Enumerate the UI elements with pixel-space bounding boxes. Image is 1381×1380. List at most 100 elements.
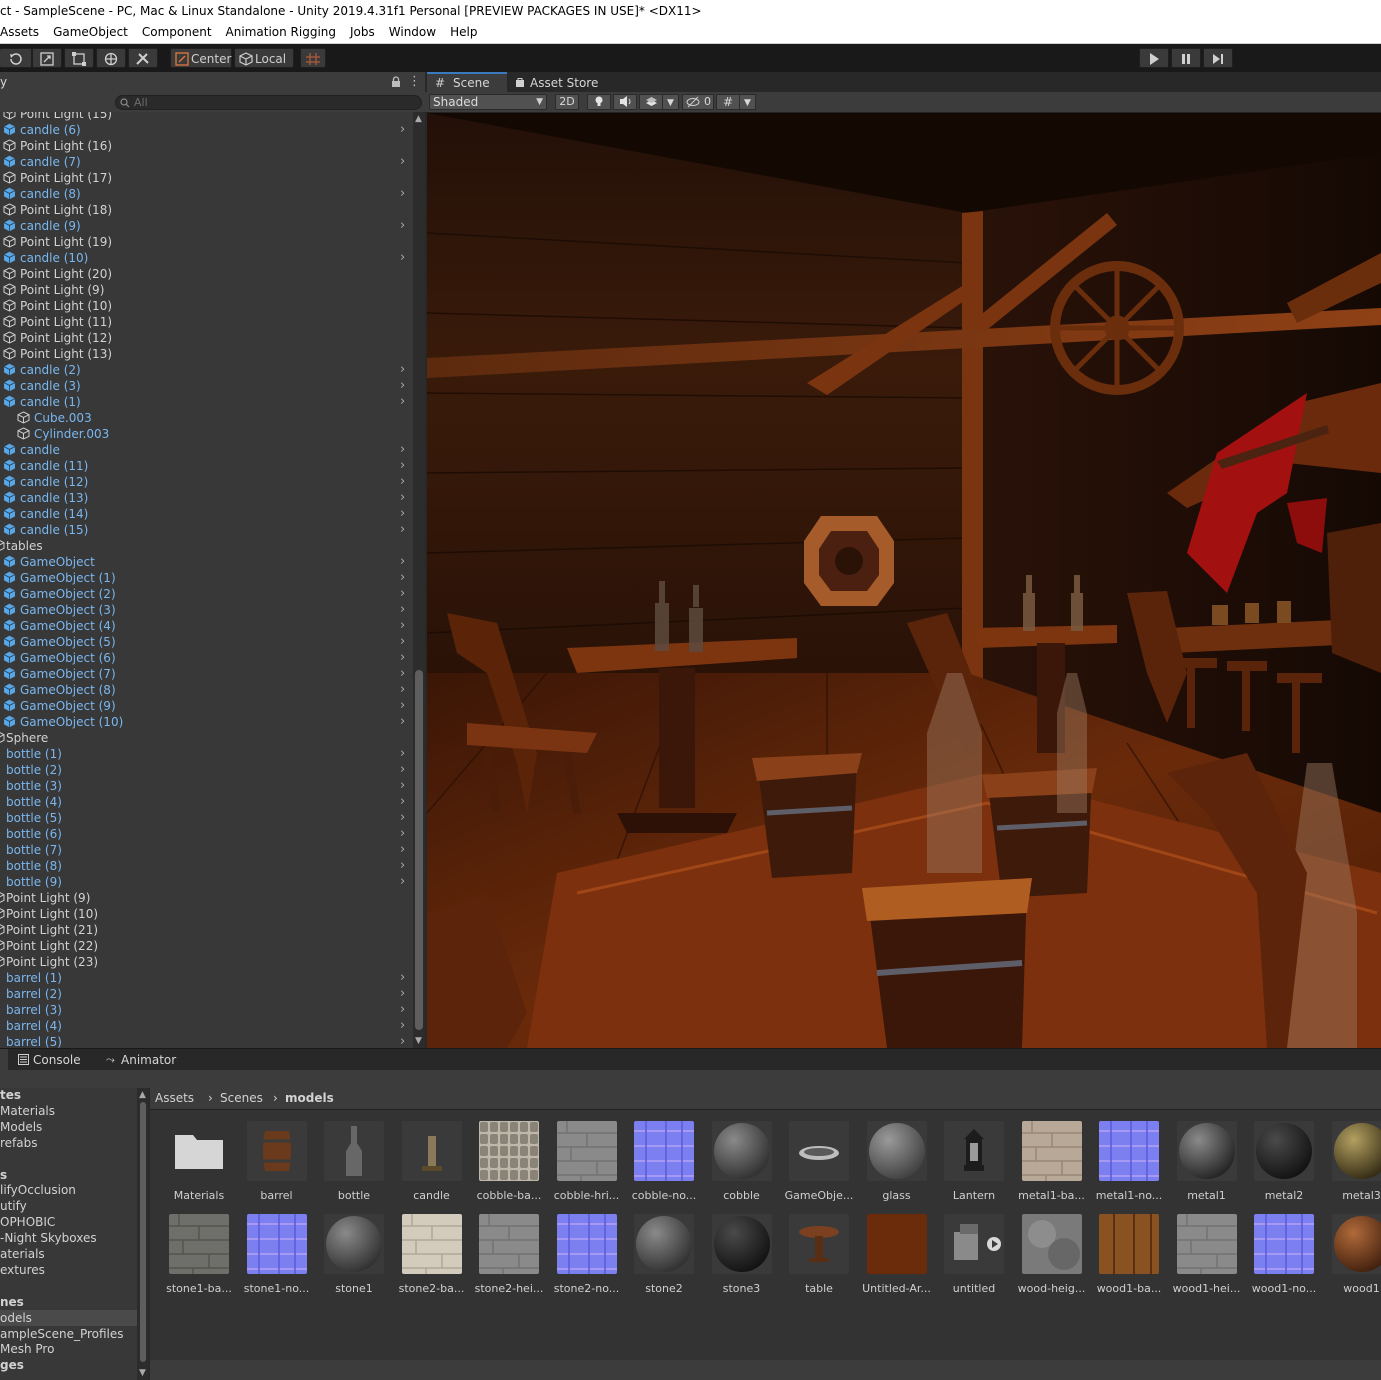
folder-tree-item[interactable]: extures [0,1262,137,1278]
menu-item-window[interactable]: Window [389,22,436,43]
hierarchy-row[interactable]: GameObject (7) › [0,666,413,682]
asset-item[interactable]: stone1 [316,1214,392,1300]
hierarchy-row[interactable]: bottle (9) › [0,874,413,890]
folder-tree-item[interactable]: utify [0,1198,137,1214]
menu-item-help[interactable]: Help [450,22,477,43]
hierarchy-row[interactable]: GameObject (3) › [0,602,413,618]
pivot-space-button[interactable]: Local [234,48,294,68]
prefab-open-arrow-icon[interactable]: › [400,618,410,634]
hierarchy-row[interactable]: Point Light (13) [0,346,413,362]
folder-tree-item[interactable]: tes [0,1088,137,1103]
hierarchy-row[interactable]: candle (3) › [0,378,413,394]
hierarchy-row[interactable]: bottle (4) › [0,794,413,810]
hierarchy-row[interactable]: bottle (1) › [0,746,413,762]
scroll-down-icon[interactable]: ▼ [139,1368,146,1378]
gizmos-dropdown[interactable]: ▼ [740,94,756,110]
pivot-mode-button[interactable]: Center [170,48,232,68]
pause-button[interactable] [1171,48,1201,68]
prefab-open-arrow-icon[interactable]: › [400,794,410,810]
breadcrumb-item[interactable]: Scenes [220,1088,263,1109]
prefab-open-arrow-icon[interactable]: › [400,490,410,506]
menu-item-gameobject[interactable]: GameObject [53,22,128,43]
custom-tool-button[interactable] [128,48,158,68]
menu-item-assets[interactable]: Assets [0,22,39,43]
asset-item[interactable]: wood1-ba... [1091,1214,1167,1300]
prefab-open-arrow-icon[interactable]: › [400,458,410,474]
asset-item[interactable]: stone2-hei... [471,1214,547,1300]
asset-item[interactable]: barrel [239,1121,315,1207]
prefab-open-arrow-icon[interactable]: › [400,698,410,714]
prefab-open-arrow-icon[interactable]: › [400,218,410,234]
prefab-open-arrow-icon[interactable]: › [400,250,410,266]
asset-item[interactable]: metal1 [1169,1121,1245,1207]
tab-project-edge[interactable] [0,1049,8,1071]
prefab-open-arrow-icon[interactable]: › [400,986,410,1002]
prefab-open-arrow-icon[interactable]: › [400,746,410,762]
hierarchy-row[interactable]: candle (7) › [0,154,413,170]
hierarchy-row[interactable]: GameObject (8) › [0,682,413,698]
scene-visibility-toggle[interactable]: 0 [682,94,714,110]
hierarchy-row[interactable]: Point Light (17) [0,170,413,186]
asset-item[interactable]: metal2 [1246,1121,1322,1207]
hierarchy-row[interactable]: barrel (5) › [0,1034,413,1048]
hierarchy-row[interactable]: Cylinder.003 [0,426,413,442]
asset-item[interactable]: Lantern [936,1121,1012,1207]
hierarchy-search-field[interactable]: All [115,95,422,110]
hierarchy-row[interactable]: bottle (2) › [0,762,413,778]
prefab-open-arrow-icon[interactable]: › [400,506,410,522]
asset-item[interactable]: glass [859,1121,935,1207]
hierarchy-row[interactable]: candle (13) › [0,490,413,506]
hierarchy-row[interactable]: Point Light (21) [0,922,413,938]
menu-item-component[interactable]: Component [142,22,212,43]
folder-tree-item[interactable]: ges [0,1357,137,1373]
hierarchy-row[interactable]: candle (8) › [0,186,413,202]
draw-mode-dropdown[interactable]: Shaded ▼ [429,94,547,110]
prefab-open-arrow-icon[interactable]: › [400,122,410,138]
hierarchy-row[interactable]: barrel (1) › [0,970,413,986]
hierarchy-row[interactable]: barrel (2) › [0,986,413,1002]
prefab-open-arrow-icon[interactable]: › [400,586,410,602]
hierarchy-row[interactable]: barrel (4) › [0,1018,413,1034]
step-button[interactable] [1203,48,1233,68]
breadcrumb-item[interactable]: models [285,1088,334,1109]
hierarchy-scroll-thumb[interactable] [415,670,423,1030]
prefab-open-arrow-icon[interactable]: › [400,634,410,650]
prefab-open-arrow-icon[interactable]: › [400,682,410,698]
hierarchy-row[interactable]: candle (11) › [0,458,413,474]
prefab-open-arrow-icon[interactable]: › [400,970,410,986]
menu-item-animation-rigging[interactable]: Animation Rigging [226,22,336,43]
folder-tree-item[interactable]: nes [0,1294,137,1310]
hierarchy-row[interactable]: candle (9) › [0,218,413,234]
hierarchy-row[interactable]: candle (1) › [0,394,413,410]
prefab-open-arrow-icon[interactable]: › [400,554,410,570]
asset-item[interactable]: cobble [704,1121,780,1207]
prefab-open-arrow-icon[interactable]: › [400,522,410,538]
audio-toggle[interactable] [613,94,637,110]
asset-item[interactable]: wood1 [1324,1214,1381,1300]
folder-tree-item[interactable]: lifyOcclusion [0,1182,137,1198]
asset-item[interactable]: stone3 [704,1214,780,1300]
scroll-up-icon[interactable]: ▲ [139,1090,146,1100]
hierarchy-row[interactable]: candle (2) › [0,362,413,378]
folder-tree-item[interactable]: Materials [0,1103,137,1119]
folder-tree-item[interactable]: refabs [0,1135,137,1151]
hierarchy-row[interactable]: Point Light (23) [0,954,413,970]
hierarchy-row[interactable]: candle (14) › [0,506,413,522]
scale-tool-button[interactable] [32,48,62,68]
hierarchy-row[interactable]: GameObject (4) › [0,618,413,634]
rect-tool-button[interactable] [64,48,94,68]
asset-item[interactable]: table [781,1214,857,1300]
asset-item[interactable]: wood-heig... [1014,1214,1090,1300]
hierarchy-row[interactable]: GameObject (5) › [0,634,413,650]
scene-render[interactable] [427,113,1381,1048]
asset-item[interactable]: stone2-ba... [394,1214,470,1300]
scene-viewport[interactable] [427,113,1381,1048]
scroll-up-icon[interactable]: ▲ [415,114,422,124]
hierarchy-row[interactable]: GameObject (1) › [0,570,413,586]
breadcrumb-item[interactable]: Assets [155,1088,194,1109]
prefab-open-arrow-icon[interactable]: › [400,1018,410,1034]
hierarchy-row[interactable]: bottle (5) › [0,810,413,826]
prefab-open-arrow-icon[interactable]: › [400,474,410,490]
hierarchy-row[interactable]: candle (12) › [0,474,413,490]
hierarchy-row[interactable]: candle (15) › [0,522,413,538]
